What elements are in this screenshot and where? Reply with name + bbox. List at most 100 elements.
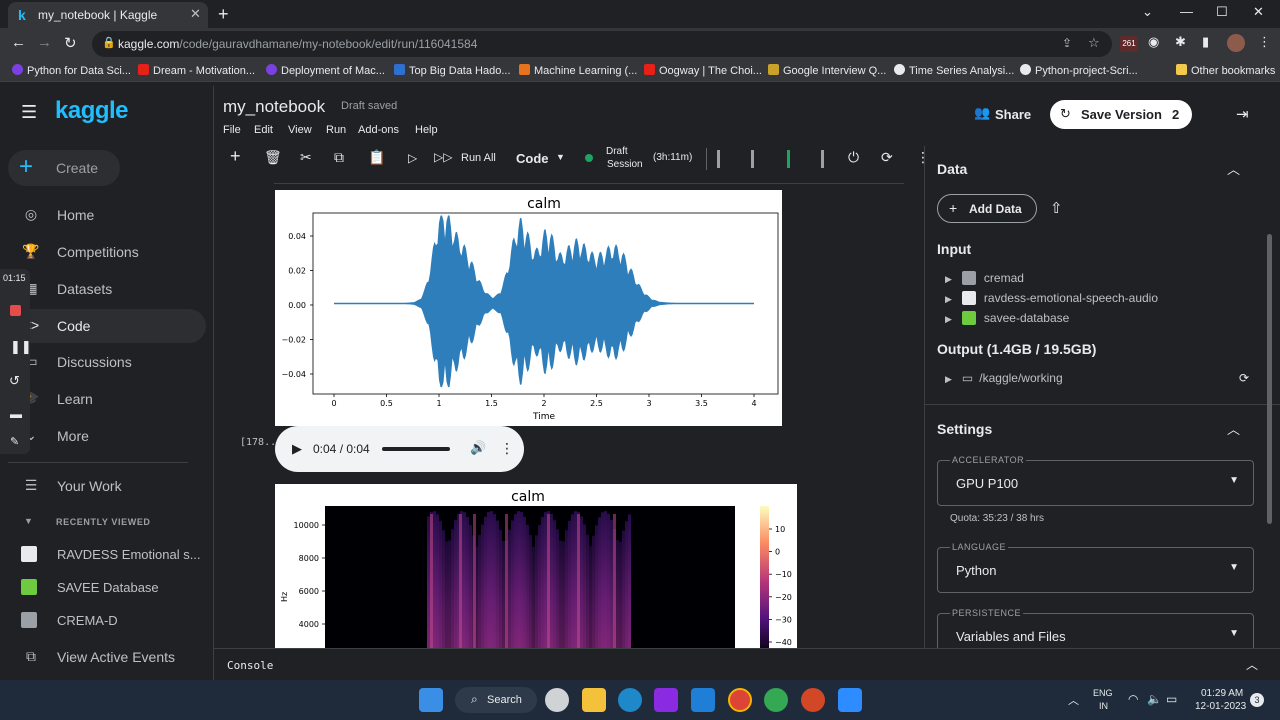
bookmark-item[interactable]: Dream - Motivation...: [138, 64, 255, 77]
menu-view[interactable]: View: [288, 124, 312, 136]
windows-start-icon[interactable]: [419, 688, 443, 712]
reload-icon[interactable]: ↻: [64, 34, 77, 52]
refresh-output-icon[interactable]: ⟳: [1239, 371, 1249, 385]
pause-icon[interactable]: ❚❚: [10, 339, 32, 355]
bookmark-item[interactable]: Machine Learning (...: [519, 64, 637, 77]
audio-progress[interactable]: [382, 447, 450, 451]
output-item-working[interactable]: ▶ ▭/kaggle/working: [945, 371, 1063, 385]
language-select[interactable]: LANGUAGE Python ▼: [937, 542, 1254, 593]
cut-icon[interactable]: ✂: [300, 149, 312, 166]
maximize-icon[interactable]: ☐: [1216, 4, 1228, 20]
battery-icon[interactable]: ▭: [1166, 692, 1177, 706]
lang-indicator-1[interactable]: ENG: [1093, 688, 1113, 698]
back-icon[interactable]: ←: [11, 34, 26, 51]
sidebar-item-competitions[interactable]: 🏆 Competitions: [0, 235, 206, 269]
chevron-down-icon[interactable]: ▼: [24, 516, 33, 526]
recent-item[interactable]: SAVEE Database: [0, 571, 206, 605]
audio-menu-icon[interactable]: ⋮: [500, 440, 514, 457]
menu-edit[interactable]: Edit: [254, 124, 273, 136]
play-icon[interactable]: ▶: [292, 441, 302, 457]
menu-file[interactable]: File: [223, 124, 241, 136]
sidebar-item-active-events[interactable]: ⧉ View Active Events: [0, 640, 206, 674]
jetbrains-icon[interactable]: [654, 688, 678, 712]
dell-icon[interactable]: [545, 688, 569, 712]
clock-date[interactable]: 12-01-2023: [1195, 701, 1246, 712]
upload-icon[interactable]: ⇧: [1050, 199, 1063, 217]
menu-help[interactable]: Help: [415, 124, 438, 136]
side-panel-icon[interactable]: ▮: [1202, 34, 1209, 50]
new-tab-icon[interactable]: +: [218, 4, 229, 25]
cell-type-select[interactable]: Code ▼: [514, 148, 568, 168]
chrome-profile-icon[interactable]: [764, 688, 788, 712]
record-stop-icon[interactable]: [10, 305, 21, 316]
lang-indicator-2[interactable]: IN: [1099, 701, 1108, 711]
sidebar-item-code[interactable]: <> Code: [0, 309, 206, 343]
bookmark-item[interactable]: Top Big Data Hado...: [394, 64, 511, 77]
collapse-panel-icon[interactable]: ⇥: [1236, 105, 1249, 123]
recent-item[interactable]: RAVDESS Emotional s...: [0, 538, 206, 572]
powerpoint-icon[interactable]: [801, 688, 825, 712]
input-item-cremad[interactable]: ▶ cremad: [945, 271, 1024, 285]
accelerator-select[interactable]: ACCELERATOR GPU P100 ▼: [937, 455, 1254, 506]
run-all-button[interactable]: ▷▷ Run All: [434, 148, 496, 168]
tray-chevron-icon[interactable]: ︿: [1068, 692, 1079, 708]
power-icon[interactable]: ⏻: [848, 149, 859, 166]
tab-search-icon[interactable]: ⌄: [1142, 4, 1153, 20]
address-bar[interactable]: 🔒 kaggle.com/code/gauravdhamane/my-noteb…: [92, 31, 1112, 57]
bookmark-item[interactable]: Deployment of Mac...: [266, 64, 385, 77]
input-item-savee[interactable]: ▶ savee-database: [945, 311, 1069, 325]
input-item-ravdess[interactable]: ▶ ravdess-emotional-speech-audio: [945, 291, 1158, 305]
other-bookmarks[interactable]: Other bookmarks: [1176, 64, 1275, 77]
hamburger-menu-icon[interactable]: ☰: [21, 102, 37, 123]
sidebar-item-your-work[interactable]: ☰ Your Work: [0, 469, 206, 503]
share-button[interactable]: 👥 Share: [972, 104, 1032, 124]
create-button[interactable]: + Create: [8, 150, 120, 186]
menu-run[interactable]: Run: [326, 124, 346, 136]
sidebar-item-more[interactable]: ⌄ More: [0, 419, 206, 453]
expand-console-icon[interactable]: ︿: [1246, 656, 1258, 673]
zoom-icon[interactable]: [838, 688, 862, 712]
close-tab-icon[interactable]: ✕: [190, 6, 201, 22]
save-version-button[interactable]: ↻ Save Version 2: [1050, 100, 1192, 129]
bookmark-item[interactable]: Google Interview Q...: [768, 64, 886, 77]
clock-time[interactable]: 01:29 AM: [1201, 688, 1243, 699]
console-bar[interactable]: Console ︿: [214, 648, 1280, 680]
delete-cell-icon[interactable]: 🗑: [264, 149, 282, 166]
recent-item[interactable]: CREMA-D: [0, 604, 206, 638]
profile-avatar[interactable]: [1227, 34, 1245, 52]
edge-icon[interactable]: [618, 688, 642, 712]
close-window-icon[interactable]: ✕: [1253, 4, 1264, 20]
restart-icon[interactable]: ↺: [9, 373, 20, 389]
audio-player[interactable]: ▶ 0:04 / 0:04 🔊 ⋮: [275, 426, 524, 472]
file-explorer-icon[interactable]: [582, 688, 606, 712]
forward-icon[interactable]: →: [37, 34, 52, 51]
speaker-icon[interactable]: 🔈: [1147, 692, 1162, 706]
menu-addons[interactable]: Add-ons: [358, 124, 399, 136]
notebook-title[interactable]: my_notebook: [223, 97, 325, 117]
paste-icon[interactable]: 📋: [368, 149, 385, 166]
sidebar-item-home[interactable]: ◎ Home: [0, 198, 206, 232]
add-cell-icon[interactable]: +: [230, 146, 241, 167]
bookmark-item[interactable]: Python for Data Sci...: [12, 64, 131, 77]
vscode-icon[interactable]: [691, 688, 715, 712]
minimize-icon[interactable]: —: [1180, 4, 1193, 19]
bookmark-item[interactable]: Oogway | The Choi...: [644, 64, 762, 77]
volume-icon[interactable]: 🔊: [470, 440, 486, 456]
trash-icon[interactable]: ▬: [10, 407, 22, 421]
run-cell-icon[interactable]: ▷: [408, 151, 417, 165]
panel-scrollbar[interactable]: [1267, 234, 1272, 524]
sidebar-item-learn[interactable]: 🎓 Learn: [0, 382, 206, 416]
notification-badge[interactable]: 3: [1250, 693, 1264, 707]
sidebar-item-datasets[interactable]: ▦ Datasets: [0, 272, 206, 306]
session-time[interactable]: (3h:11m): [653, 152, 692, 163]
draw-icon[interactable]: ✎: [10, 435, 19, 448]
chrome-icon[interactable]: [728, 688, 752, 712]
add-data-button[interactable]: + Add Data: [937, 194, 1037, 223]
extension-badge[interactable]: 261: [1120, 36, 1138, 52]
wifi-icon[interactable]: ◠: [1128, 692, 1138, 706]
share-page-icon[interactable]: ⇪: [1062, 36, 1072, 50]
collapse-data-icon[interactable]: ︿: [1227, 159, 1240, 178]
bookmark-item[interactable]: Time Series Analysi...: [894, 64, 1014, 77]
kaggle-logo[interactable]: kaggle: [55, 97, 129, 125]
incognito-extension-icon[interactable]: ◉: [1148, 34, 1159, 50]
